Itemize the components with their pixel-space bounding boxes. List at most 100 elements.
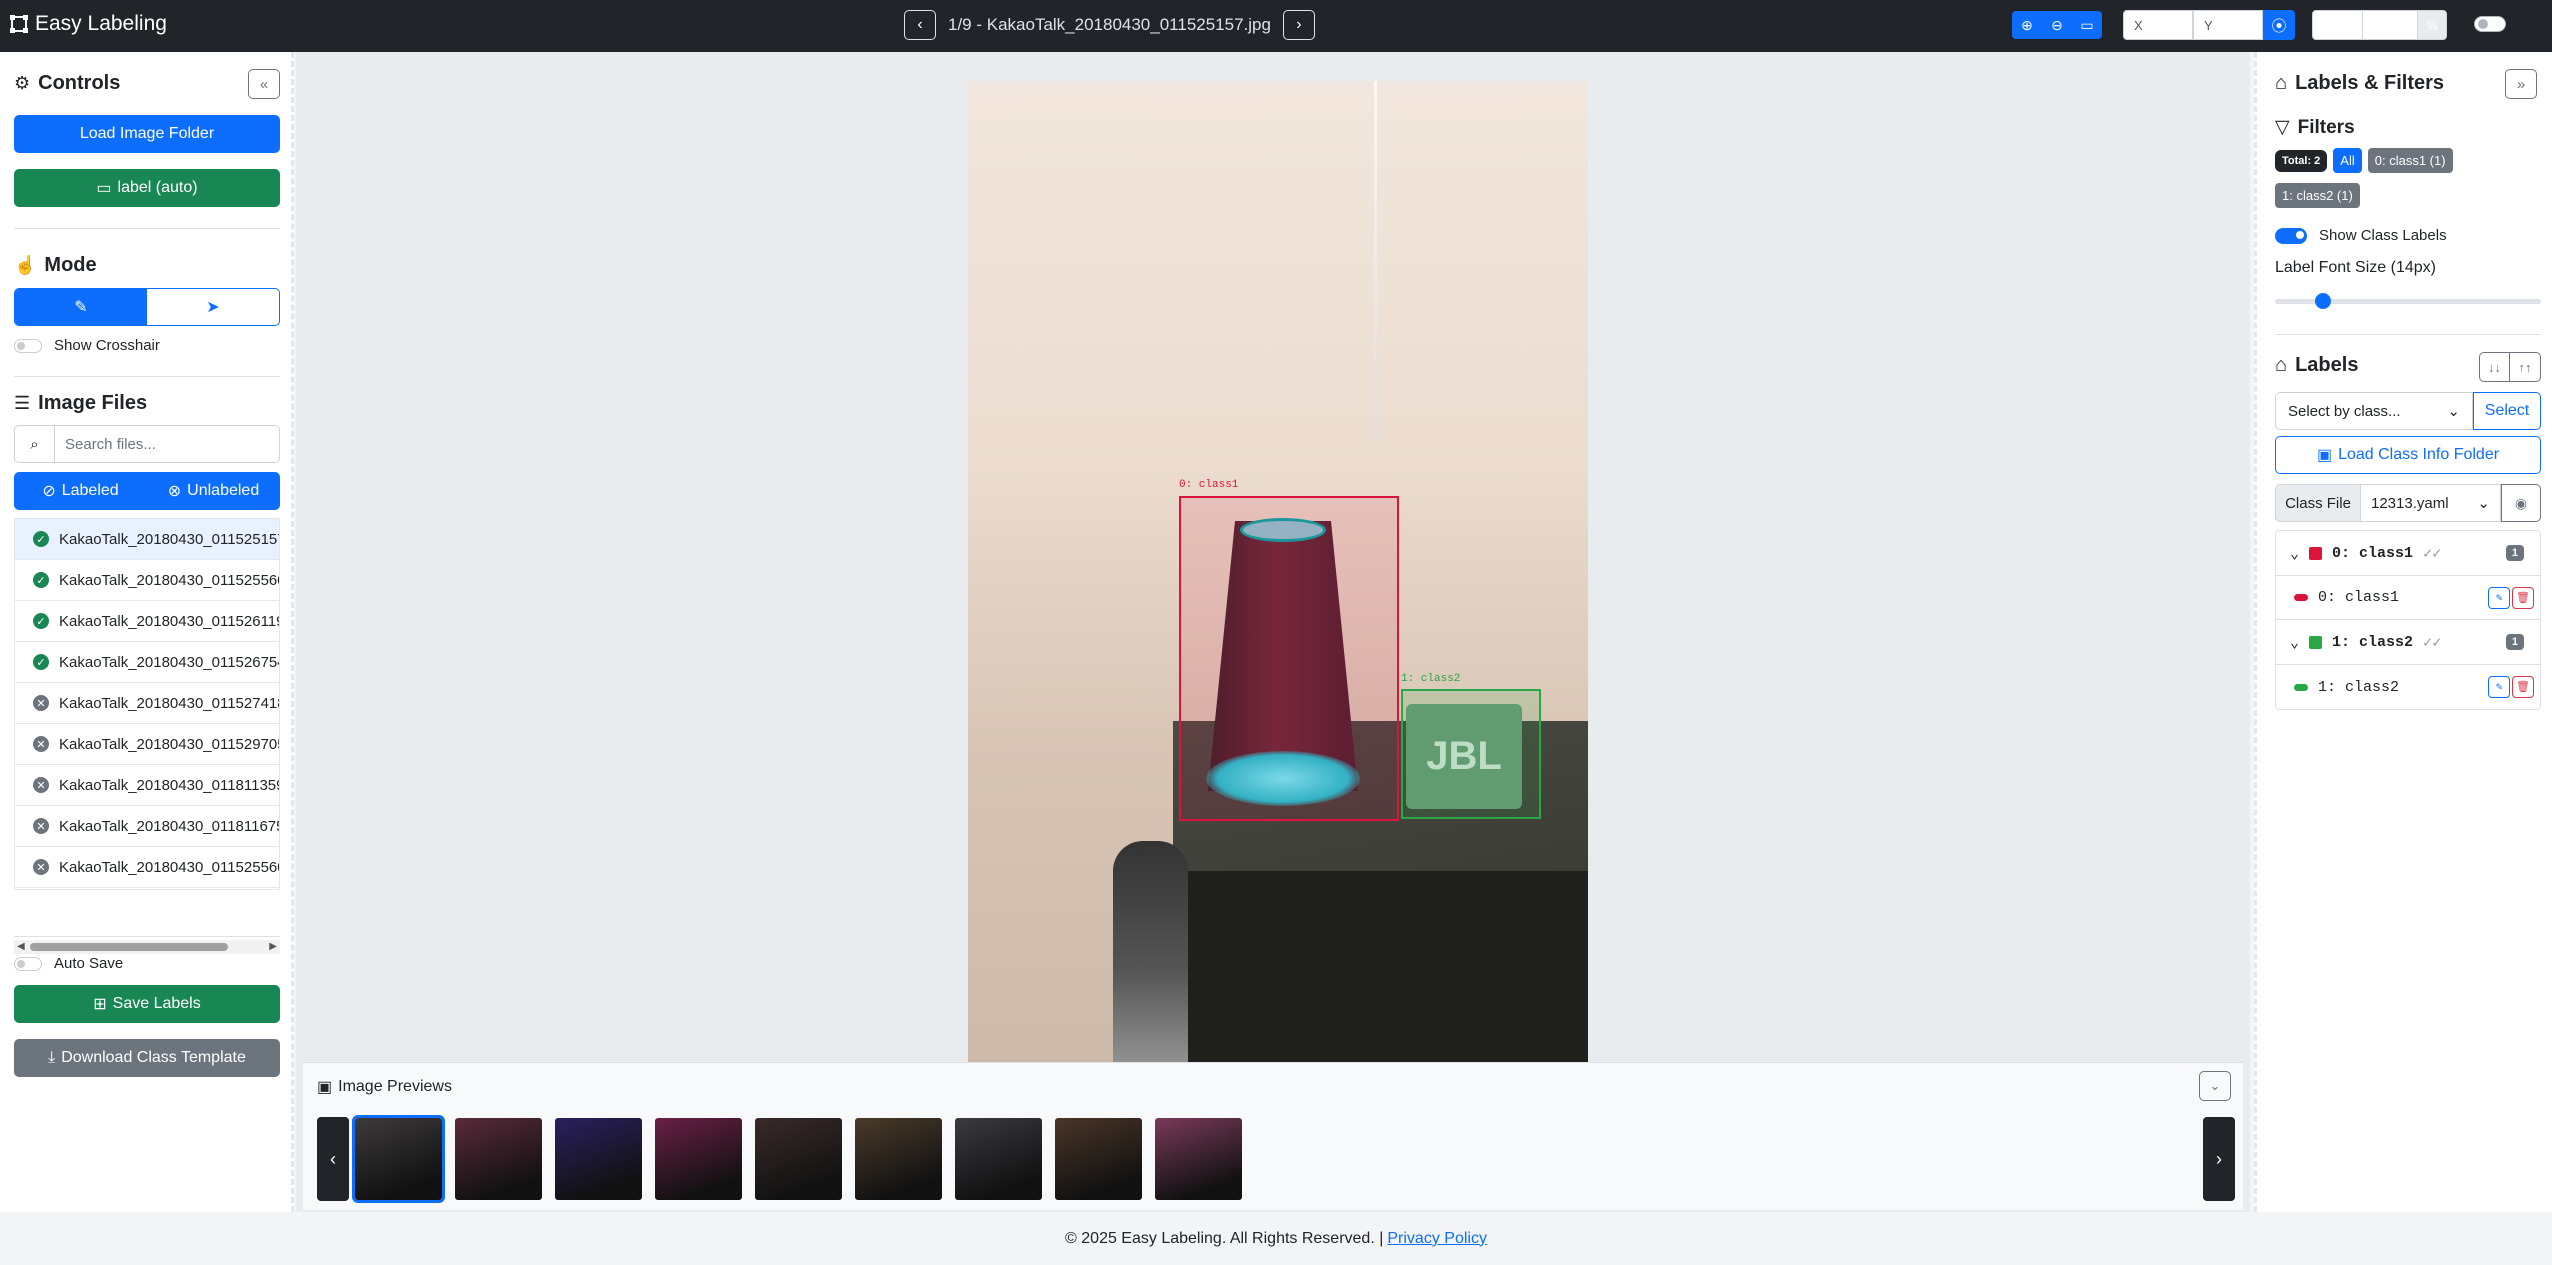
privacy-policy-link[interactable]: Privacy Policy bbox=[1387, 1230, 1487, 1248]
filter-all-button[interactable]: All bbox=[2333, 148, 2362, 173]
file-item[interactable]: ✓ KakaoTalk_20180430_011526119.jpg bbox=[15, 601, 279, 642]
filter-class2-button[interactable]: 1: class2 (1) bbox=[2275, 183, 2360, 208]
labeled-check-icon: ✓ bbox=[33, 613, 49, 629]
tags-icon: ⌂ bbox=[2275, 72, 2288, 94]
preview-thumbnail[interactable] bbox=[1155, 1118, 1242, 1200]
select-class-button[interactable]: Select bbox=[2473, 392, 2541, 430]
file-item[interactable]: ✓ KakaoTalk_20180430_011525157.jpg bbox=[15, 519, 279, 560]
folder-icon: ▭ bbox=[96, 180, 112, 197]
previews-title: ▣ Image Previews bbox=[317, 1077, 452, 1097]
label-item[interactable]: 1: class2 ✎ 🗑 bbox=[2276, 665, 2540, 709]
edit-label-button[interactable]: ✎ bbox=[2488, 676, 2510, 698]
file-item[interactable]: ✓ KakaoTalk_20180430_011526754.jpg bbox=[15, 642, 279, 683]
delete-label-button[interactable]: 🗑 bbox=[2512, 587, 2534, 609]
scrollbar-thumb[interactable] bbox=[30, 943, 228, 951]
auto-save-switch[interactable] bbox=[14, 956, 42, 971]
canvas-area[interactable]: JBL 0: class1 1: class2 bbox=[296, 52, 2250, 1212]
left-sidebar: ⚙ Controls « Load Image Folder ▭ label (… bbox=[0, 52, 294, 1212]
image-folder-icon: ▣ bbox=[2316, 447, 2333, 464]
save-labels-button[interactable]: ⊞ Save Labels bbox=[14, 985, 280, 1023]
show-class-labels-switch[interactable] bbox=[2275, 227, 2307, 244]
label-auto-button[interactable]: ▭ label (auto) bbox=[14, 169, 280, 207]
preview-thumbnail[interactable] bbox=[555, 1118, 642, 1200]
download-template-button[interactable]: ⤓ Download Class Template bbox=[14, 1039, 280, 1077]
previews-next-button[interactable]: › bbox=[2203, 1117, 2235, 1201]
collapse-left-button[interactable]: « bbox=[248, 69, 280, 99]
zoom-out-button[interactable]: ⊖ bbox=[2042, 11, 2072, 39]
crosshair-switch[interactable] bbox=[14, 338, 42, 353]
trash-icon: 🗑 bbox=[2516, 682, 2530, 694]
chevron-right-icon: › bbox=[1296, 16, 1302, 33]
font-size-slider[interactable] bbox=[2275, 293, 2541, 309]
file-item[interactable]: ✕ KakaoTalk_20180430_011529705.jpg bbox=[15, 724, 279, 765]
file-item[interactable]: ✕ KakaoTalk_20180430_011525560.jpg bbox=[15, 847, 279, 888]
select-mode-button[interactable]: ➤ bbox=[147, 289, 279, 325]
fit-screen-button[interactable]: ▭ bbox=[2072, 11, 2102, 39]
coord-x-input[interactable]: X bbox=[2123, 10, 2193, 40]
sort-asc-button[interactable]: ↑↑ bbox=[2510, 352, 2541, 382]
file-list-scrollbar[interactable]: ◀ ▶ bbox=[14, 940, 280, 954]
slider-knob[interactable] bbox=[2315, 293, 2331, 309]
file-item[interactable]: ✕ KakaoTalk_20180430_011811359.jpg bbox=[15, 765, 279, 806]
preview-thumbnails bbox=[352, 1115, 1242, 1203]
brand[interactable]: Easy Labeling bbox=[9, 12, 167, 36]
preview-thumbnail[interactable] bbox=[955, 1118, 1042, 1200]
load-class-info-text: Load Class Info Folder bbox=[2338, 446, 2500, 463]
sort-desc-button[interactable]: ↓↓ bbox=[2479, 352, 2510, 382]
bbox-class1[interactable] bbox=[1179, 496, 1399, 821]
auto-save-label: Auto Save bbox=[54, 955, 124, 972]
class-file-select[interactable]: 12313.yaml ⌄ bbox=[2361, 484, 2501, 522]
zoom-input[interactable]: 76 bbox=[2363, 11, 2417, 39]
show-class-labels-text: Show Class Labels bbox=[2319, 227, 2447, 244]
image-navigation: ‹ 1/9 - KakaoTalk_20180430_011525157.jpg… bbox=[904, 10, 1315, 40]
class-select-dropdown[interactable]: Select by class... ⌄ bbox=[2275, 392, 2473, 430]
theme-toggle[interactable] bbox=[2474, 16, 2506, 32]
previews-collapse-button[interactable]: ⌄ bbox=[2199, 1071, 2231, 1101]
class-color-swatch bbox=[2309, 546, 2323, 560]
prev-image-button[interactable]: ‹ bbox=[904, 10, 936, 40]
collapse-right-button[interactable]: » bbox=[2505, 69, 2537, 99]
coord-y-input[interactable]: Y bbox=[2193, 10, 2263, 40]
file-name: KakaoTalk_20180430_011811359.jpg bbox=[59, 776, 279, 794]
preview-thumbnail[interactable] bbox=[855, 1118, 942, 1200]
load-class-info-button[interactable]: ▣ Load Class Info Folder bbox=[2275, 436, 2541, 474]
preview-thumbnail[interactable] bbox=[455, 1118, 542, 1200]
zoom-in-icon: ⊕ bbox=[2021, 16, 2033, 33]
auto-save-row: Auto Save bbox=[14, 955, 123, 972]
file-item[interactable]: ✓ KakaoTalk_20180430_011525560.jpg bbox=[15, 560, 279, 601]
delete-label-button[interactable]: 🗑 bbox=[2512, 676, 2534, 698]
label-item-name: 1: class2 bbox=[2318, 678, 2400, 696]
filter-class1-button[interactable]: 0: class1 (1) bbox=[2367, 148, 2453, 173]
preview-thumbnail[interactable] bbox=[755, 1118, 842, 1200]
zoom-in-button[interactable]: ⊕ bbox=[2012, 11, 2042, 39]
divider bbox=[14, 228, 280, 229]
file-name: KakaoTalk_20180430_011811675.jpg bbox=[59, 817, 279, 835]
file-item[interactable]: ✕ KakaoTalk_20180430_011527418.jpg bbox=[15, 683, 279, 724]
view-class-file-button[interactable]: ◉ bbox=[2501, 484, 2541, 522]
class-group-header[interactable]: ⌄ 0: class1 ✓✓ 1 bbox=[2276, 531, 2540, 576]
preview-thumbnail[interactable] bbox=[1055, 1118, 1142, 1200]
label-item[interactable]: 0: class1 ✎ 🗑 bbox=[2276, 576, 2540, 620]
draw-mode-button[interactable]: ✎ bbox=[15, 289, 147, 325]
previews-prev-button[interactable]: ‹ bbox=[317, 1117, 349, 1201]
preview-thumbnail[interactable] bbox=[352, 1115, 445, 1203]
cursor-arrow-icon: ➤ bbox=[206, 299, 220, 316]
load-image-folder-button[interactable]: Load Image Folder bbox=[14, 115, 280, 153]
next-image-button[interactable]: › bbox=[1282, 10, 1315, 40]
file-name: KakaoTalk_20180430_011527418.jpg bbox=[59, 694, 279, 712]
unlabeled-filter-button[interactable]: ⊗ Unlabeled bbox=[147, 472, 280, 510]
labeled-filter-button[interactable]: ⊘ Labeled bbox=[14, 472, 147, 510]
class-group-header[interactable]: ⌄ 1: class2 ✓✓ 1 bbox=[2276, 620, 2540, 665]
chevron-down-icon: ⌄ bbox=[2447, 403, 2460, 420]
download-template-text: Download Class Template bbox=[61, 1049, 246, 1066]
unlabeled-x-icon: ✕ bbox=[33, 859, 49, 875]
go-to-coord-button[interactable]: ⦿ bbox=[2263, 10, 2295, 40]
total-badge: Total: 2 bbox=[2275, 149, 2328, 172]
bbox-class2[interactable] bbox=[1401, 689, 1541, 819]
file-search-input[interactable]: Search files... bbox=[55, 426, 279, 462]
edit-label-button[interactable]: ✎ bbox=[2488, 587, 2510, 609]
file-item[interactable]: ✕ KakaoTalk_20180430_011811675.jpg bbox=[15, 806, 279, 847]
annotated-image[interactable]: JBL 0: class1 1: class2 bbox=[968, 81, 1588, 1181]
preview-thumbnail[interactable] bbox=[655, 1118, 742, 1200]
download-icon: ⤓ bbox=[48, 1049, 56, 1066]
